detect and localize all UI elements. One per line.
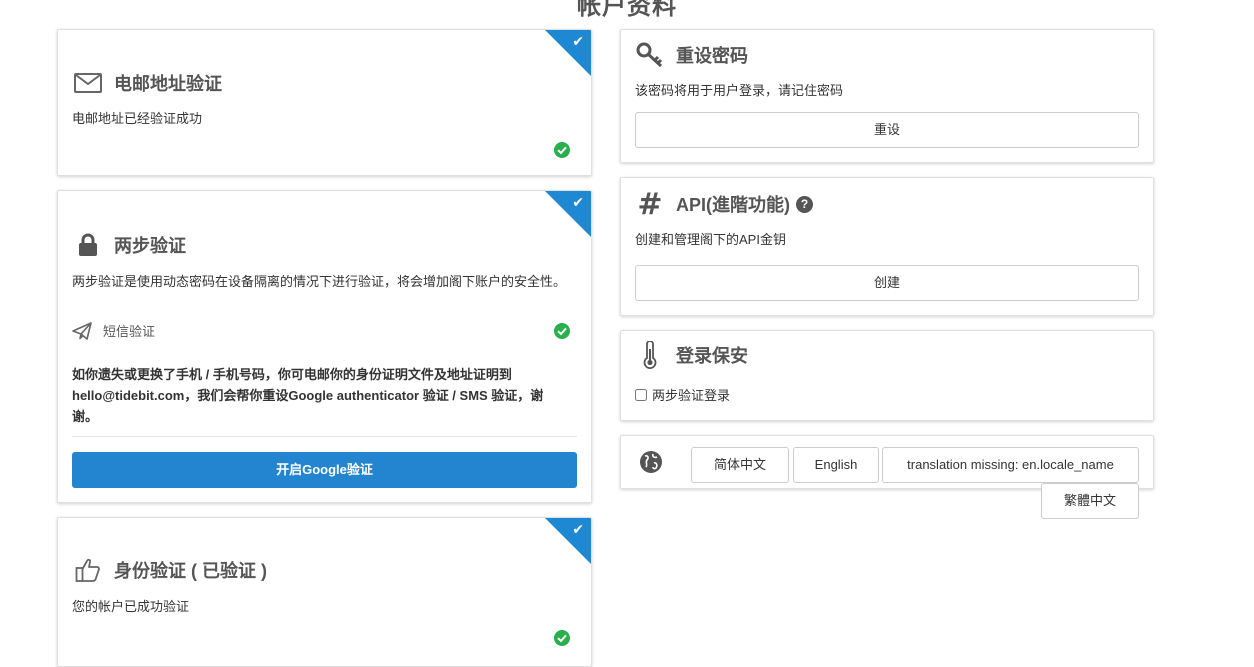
card-title: 登录保安 [635,341,748,369]
recovery-note: 如你遗失或更换了手机 / 手机号码，你可电邮你的身份证明文件及地址证明到 hel… [72,367,544,424]
two-step-login-option[interactable]: 两步验证登录 [635,385,730,404]
sms-verification-row: 短信验证 [72,321,155,340]
two-step-description: 两步验证是使用动态密码在设备隔离的情况下进行验证，将会增加阁下账户的安全性。 [72,274,567,289]
check-icon: ✔ [572,194,584,210]
card-title: 两步验证 [73,232,186,258]
language-selector: 简体中文 English translation missing: en.loc… [620,435,1154,519]
language-option-locale-name[interactable]: translation missing: en.locale_name [882,447,1139,483]
login-security-card: 登录保安 两步验证登录 [620,330,1154,421]
paper-plane-icon [72,321,92,340]
check-icon: ✔ [572,33,584,49]
enable-google-auth-button[interactable]: 开启Google验证 [72,452,577,488]
success-check-icon [554,630,570,646]
language-option-traditional-chinese[interactable]: 繁體中文 [1041,483,1139,519]
language-option-english[interactable]: English [793,447,879,483]
two-step-card: ✔ 两步验证 两步验证是使用动态密码在设备隔离的情况下进行验证，将会增加阁下账户… [57,190,592,503]
verified-corner [544,191,591,238]
success-check-icon [554,142,570,158]
lock-icon [73,232,103,258]
email-status-text: 电邮地址已经验证成功 [72,111,203,126]
divider [72,436,577,437]
two-step-login-checkbox[interactable] [635,388,647,401]
api-card: # API(進階功能) ? 创建和管理阁下的API金钥 创建 [620,177,1154,316]
reset-password-card: 重设密码 该密码将用于用户登录，请记住密码 重设 [620,29,1154,163]
reset-password-button[interactable]: 重设 [635,112,1139,148]
language-option-simplified-chinese[interactable]: 简体中文 [691,447,789,483]
identity-verification-card: ✔ 身份验证 ( 已验证 ) 您的帐户已成功验证 [57,517,592,667]
card-title: 身份验证 ( 已验证 ) [73,557,267,583]
page-title: 帐户资料 [577,0,677,20]
thermometer-icon [635,341,665,369]
envelope-icon [73,70,103,96]
card-title: 重设密码 [635,42,748,68]
help-icon[interactable]: ? [796,195,813,213]
email-verification-card: ✔ 电邮地址验证 电邮地址已经验证成功 [57,29,592,176]
card-title: # API(進階功能) ? [635,186,813,222]
identity-status-text: 您的帐户已成功验证 [72,599,190,614]
success-check-icon [554,323,570,339]
key-icon [635,42,665,68]
globe-icon [640,451,662,473]
sms-label: 短信验证 [103,324,156,339]
thumbs-up-icon [73,557,103,583]
card-title: 电邮地址验证 [73,70,222,96]
password-description: 该密码将用于用户登录，请记住密码 [635,83,844,98]
verified-corner [544,518,591,565]
hashtag-icon: # [637,186,663,222]
api-description: 创建和管理阁下的API金钥 [635,232,786,247]
create-api-key-button[interactable]: 创建 [635,265,1139,301]
verified-corner [544,30,591,77]
check-icon: ✔ [572,521,584,537]
